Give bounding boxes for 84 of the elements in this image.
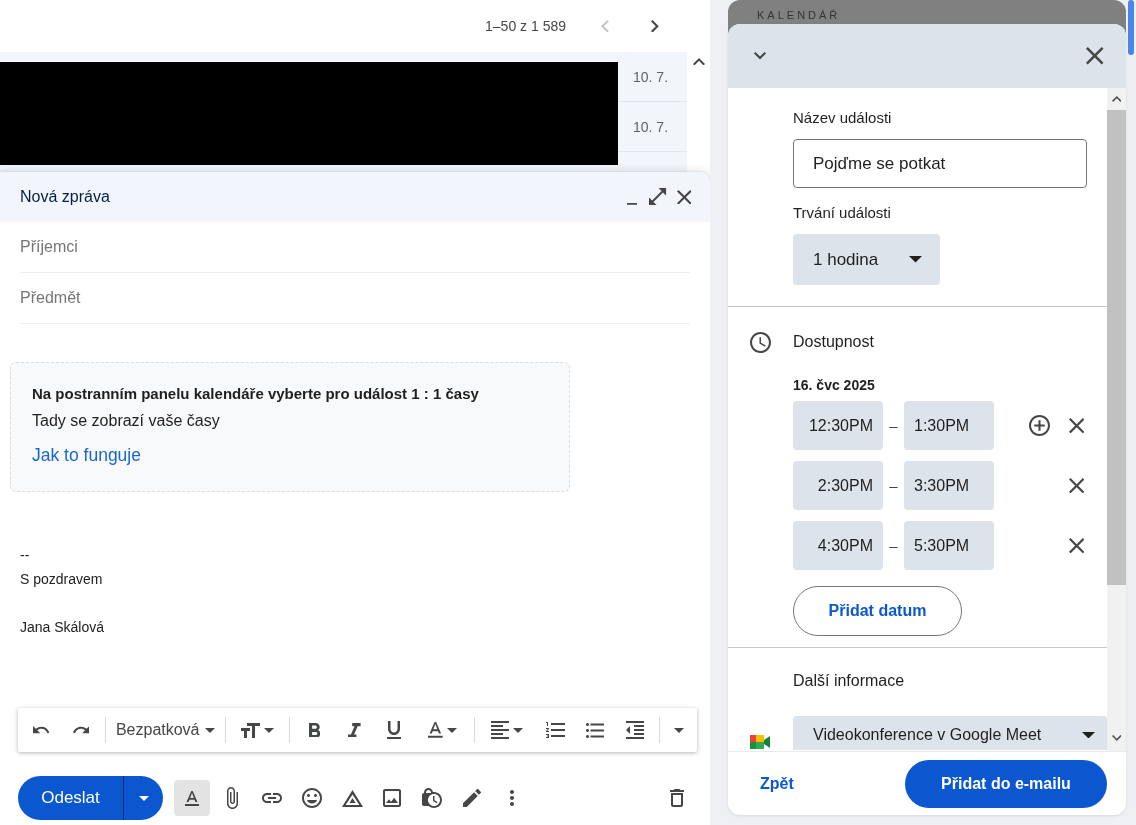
caret-icon (264, 727, 274, 733)
align-left-icon (491, 721, 510, 739)
redo-icon (72, 726, 90, 734)
signature-line: S pozdravem (20, 570, 103, 589)
caret-icon (138, 795, 149, 801)
video-camera-icon (750, 735, 770, 749)
end-time-field[interactable]: 5:30PM (904, 521, 994, 570)
chevron-down-icon (754, 52, 766, 60)
scroll-down-icon (1111, 735, 1122, 741)
close-icon (1068, 477, 1084, 494)
duration-label: Trvání události (793, 203, 891, 223)
trash-icon (670, 789, 684, 807)
add-date-button[interactable]: Přidat datum (793, 586, 962, 636)
start-time-field[interactable]: 4:30PM (793, 521, 883, 570)
text-size-icon (241, 722, 260, 738)
duration-select[interactable]: 1 hodina (793, 234, 940, 285)
numbered-list-icon (545, 722, 565, 738)
caret-icon (204, 727, 215, 733)
underline-icon (387, 721, 402, 739)
close-icon (1068, 537, 1084, 554)
bulleted-list-icon (585, 722, 605, 738)
lock-clock-icon (422, 788, 442, 808)
signature-line: -- (20, 546, 30, 565)
caret-icon (1082, 731, 1095, 739)
signature-line: Jana Skálová (20, 618, 105, 637)
more-icon (510, 790, 514, 806)
undo-icon (32, 726, 50, 734)
more-info-heading: Další informace (793, 671, 905, 691)
add-to-email-button[interactable]: Přidat do e-mailu (905, 759, 1107, 808)
text-format-icon (185, 790, 199, 806)
chevron-right-icon (651, 19, 659, 33)
bold-icon (308, 722, 321, 738)
end-time-field[interactable]: 3:30PM (904, 461, 994, 510)
availability-heading: Dostupnost (793, 332, 874, 352)
add-slot-button[interactable] (1028, 415, 1050, 436)
start-time-field[interactable]: 12:30PM (793, 401, 883, 450)
close-icon (1068, 417, 1084, 434)
close-icon (1086, 47, 1104, 65)
chevron-up-icon (692, 58, 705, 66)
clock-icon (750, 331, 771, 353)
subject-field[interactable]: Předmět (20, 273, 690, 324)
availability-date: 16. čvc 2025 (793, 376, 875, 394)
remove-slot-button[interactable] (1068, 417, 1084, 434)
start-time-field[interactable]: 2:30PM (793, 461, 883, 510)
text-color-icon (427, 722, 443, 738)
pagination-text: 1–50 z 1 589 (485, 18, 566, 34)
close-icon (676, 189, 692, 205)
caret-icon (674, 727, 685, 733)
chevron-left-icon (601, 19, 609, 33)
scrollbar-thumb[interactable] (1107, 109, 1126, 585)
info-title: Na postranním panelu kalendáře vyberte pro událost 1 : 1 časy (32, 384, 479, 404)
caret-icon (446, 727, 457, 733)
scrollbar-thumb[interactable] (1128, 0, 1134, 55)
remove-slot-button[interactable] (1068, 477, 1084, 494)
caret-icon (513, 727, 524, 733)
recipients-field[interactable]: Příjemci (20, 222, 690, 273)
help-link[interactable]: Jak to funguje (32, 445, 141, 465)
paperclip-icon (226, 787, 238, 809)
end-time-field[interactable]: 1:30PM (904, 401, 994, 450)
triangle-icon (341, 789, 363, 807)
font-menu[interactable]: Bezpatková (111, 714, 219, 746)
compose-title: Nová zpráva (20, 188, 110, 206)
info-text: Tady se zobrazí vaše časy (32, 411, 220, 431)
panel-title: KALENDÁŘ (757, 9, 841, 22)
image-icon (383, 789, 401, 807)
event-name-field[interactable]: Pojďme se potkat (793, 139, 1087, 188)
range-dash: – (888, 417, 899, 434)
minimize-icon (626, 203, 638, 205)
conference-select[interactable]: Videokonference v Google Meet (793, 716, 1107, 750)
pen-icon (463, 789, 481, 807)
outdent-icon (626, 721, 645, 739)
italic-icon (348, 722, 361, 738)
remove-slot-button[interactable] (1068, 537, 1084, 554)
event-name-label: Název události (793, 108, 892, 128)
link-icon (262, 793, 282, 803)
formatting-button[interactable] (174, 780, 210, 816)
back-button[interactable]: Zpět (748, 766, 806, 801)
expand-icon (649, 188, 667, 206)
caret-icon (909, 256, 922, 263)
range-dash: – (888, 477, 899, 494)
range-dash: – (888, 537, 899, 554)
expand-button[interactable] (648, 186, 668, 208)
scroll-up-icon (1111, 96, 1122, 102)
smiley-icon (302, 788, 322, 808)
